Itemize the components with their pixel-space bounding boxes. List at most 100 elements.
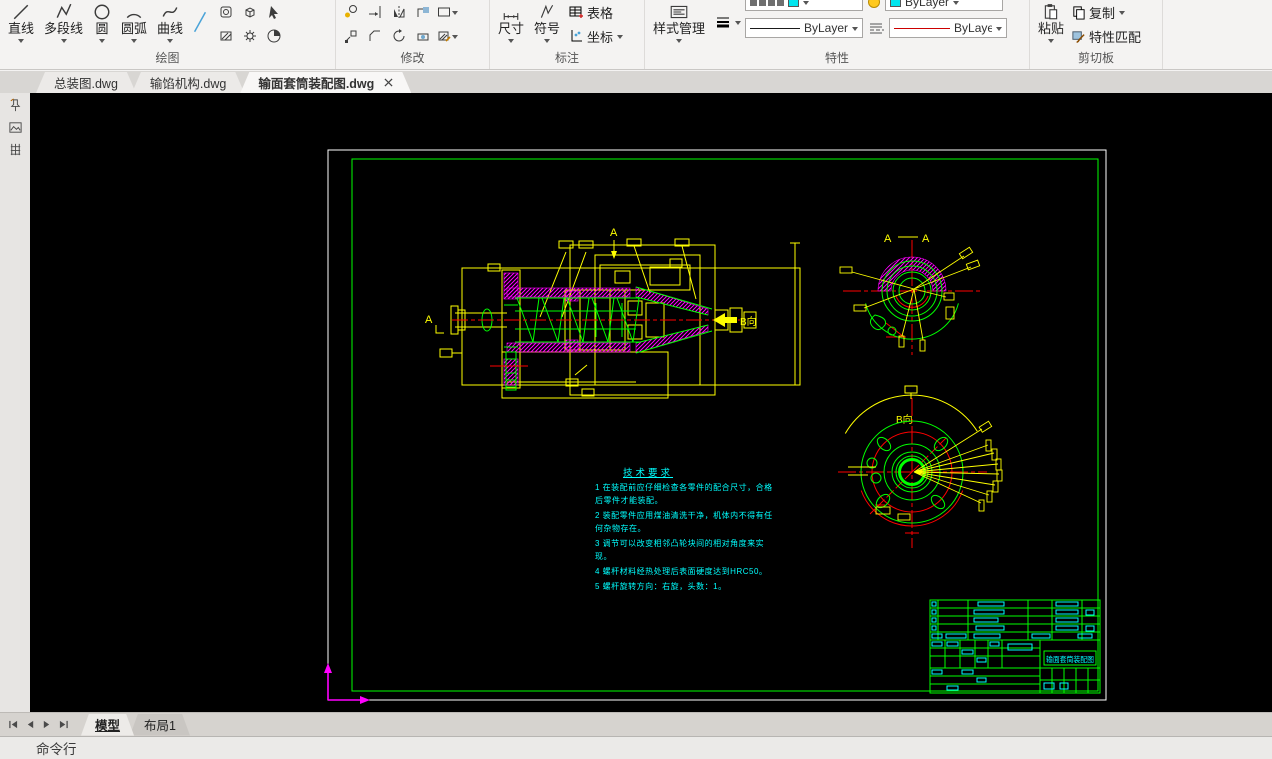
- gear-tool-button[interactable]: [238, 24, 262, 48]
- close-tab-button[interactable]: [384, 78, 393, 87]
- nav-next-icon[interactable]: [42, 720, 51, 729]
- caret-down-icon: [617, 35, 623, 39]
- aa-label-right: A: [922, 233, 930, 245]
- line-tool-button[interactable]: 直线: [3, 0, 39, 43]
- model-tab-label: 模型: [95, 715, 120, 734]
- copy-clip-button[interactable]: 复制: [1071, 0, 1141, 24]
- style-manager-label: 样式管理: [653, 21, 705, 37]
- dimension-icon: [502, 1, 520, 21]
- dimension-tool-label: 尺寸: [498, 21, 524, 37]
- construction-line-button[interactable]: [188, 0, 212, 44]
- polyline-icon: [55, 1, 73, 21]
- section-aa-view: A A: [840, 233, 982, 355]
- doc-tab-feeder[interactable]: 输馅机构.dwg: [132, 72, 244, 93]
- sun-icon: [868, 0, 880, 8]
- nav-previous-icon[interactable]: [26, 720, 35, 729]
- model-tab[interactable]: 模型: [81, 714, 134, 736]
- technical-requirements: 技术要求 1 在装配前应仔细检查各零件的配合尺寸，合格后零件才能装配。 2 装配…: [595, 465, 775, 593]
- hatch-edit-tool-button[interactable]: [435, 24, 459, 48]
- linetype-sample: [894, 28, 950, 29]
- corner-join-icon: [415, 4, 431, 20]
- spline-tool-button[interactable]: 曲线: [152, 0, 188, 43]
- select-tool-button[interactable]: [262, 0, 286, 24]
- section-a-marker: A: [610, 227, 618, 239]
- tech-requirement-item: 5 螺杆旋转方向：右旋，头数：1。: [595, 580, 775, 593]
- draw-group-label: 绘图: [3, 48, 332, 69]
- command-line-bar[interactable]: 命令行: [0, 736, 1272, 759]
- caret-down-icon: [452, 35, 458, 39]
- pushpin-tool-button[interactable]: [4, 95, 26, 115]
- ribbon-group-modify: 修改: [336, 0, 490, 69]
- drawing-canvas[interactable]: A A B向 A A: [30, 93, 1272, 712]
- lineweight-display-button[interactable]: [714, 0, 741, 44]
- rectangle-tool-button[interactable]: [435, 0, 459, 24]
- construction-line-icon: [191, 9, 209, 35]
- arc-tool-button[interactable]: 圆弧: [116, 0, 152, 43]
- extend-icon: [367, 4, 383, 20]
- match-properties-label: 特性匹配: [1089, 27, 1141, 46]
- ribbon-group-draw: 直线 多段线 圆 圆弧: [0, 0, 336, 69]
- caret-down-icon: [1119, 11, 1125, 15]
- linetype-dropdown[interactable]: ByLayer: [889, 18, 1007, 38]
- chamfer-icon: [367, 28, 383, 44]
- layout1-tab[interactable]: 布局1: [130, 714, 190, 736]
- pie-tool-button[interactable]: [262, 24, 286, 48]
- fence-grid-icon: [8, 142, 23, 157]
- doc-tab-sleeve-assembly[interactable]: 输面套筒装配图.dwg: [240, 72, 411, 93]
- view-box-icon: [415, 28, 431, 44]
- hatch-icon: [218, 28, 234, 44]
- arc-tool-label: 圆弧: [121, 21, 147, 37]
- properties-group-label: 特性: [648, 48, 1026, 69]
- arc-icon: [125, 1, 143, 21]
- block-tool-button[interactable]: [238, 0, 262, 24]
- doc-tab-label: 输馅机构.dwg: [150, 73, 226, 92]
- match-properties-button[interactable]: 特性匹配: [1071, 24, 1141, 48]
- ribbon-group-clipboard: 粘贴 复制 特性匹配 剪切板: [1030, 0, 1163, 69]
- color-dropdown[interactable]: ByLayer: [885, 0, 1003, 11]
- chamfer-tool-button[interactable]: [363, 24, 387, 48]
- style-manager-button[interactable]: 样式管理: [648, 0, 710, 43]
- document-tab-bar: 总装图.dwg 输馅机构.dwg 输面套筒装配图.dwg: [0, 71, 1272, 93]
- doc-tab-label: 总装图.dwg: [54, 73, 118, 92]
- region-tool-button[interactable]: [214, 0, 238, 24]
- section-a-marker-left: A: [425, 314, 433, 326]
- b-view-label: B向: [896, 413, 913, 426]
- coordinate-tool-button[interactable]: 坐标: [568, 24, 623, 48]
- mirror-tool-button[interactable]: [387, 0, 411, 24]
- orbit-tool-button[interactable]: [411, 24, 435, 48]
- join-tool-button[interactable]: [411, 0, 435, 24]
- dimension-tool-button[interactable]: 尺寸: [493, 0, 529, 43]
- symbol-tool-button[interactable]: 符号: [529, 0, 565, 43]
- symbol-tool-label: 符号: [534, 21, 560, 37]
- extend-tool-button[interactable]: [363, 0, 387, 24]
- spline-icon: [161, 1, 179, 21]
- table-tool-button[interactable]: 表格: [568, 0, 623, 24]
- lineweight-dropdown[interactable]: ByLayer: [745, 18, 863, 38]
- rotate-tool-button[interactable]: [387, 24, 411, 48]
- doc-tab-assembly[interactable]: 总装图.dwg: [36, 72, 136, 93]
- symbol-icon: [538, 1, 556, 21]
- scale-tool-button[interactable]: [339, 24, 363, 48]
- paste-button[interactable]: 粘贴: [1033, 0, 1069, 43]
- copy-pages-icon: [1071, 5, 1086, 20]
- tech-requirement-item: 1 在装配前应仔细检查各零件的配合尺寸，合格后零件才能装配。: [595, 481, 775, 507]
- caret-down-icon: [544, 39, 550, 43]
- layer-dropdown[interactable]: [745, 0, 863, 11]
- ucs-icon: [324, 663, 370, 704]
- circle-tool-button[interactable]: 圆: [88, 0, 116, 43]
- sheet-border-inner: [352, 159, 1098, 691]
- nav-last-icon[interactable]: [58, 720, 69, 729]
- command-line-label: 命令行: [36, 738, 77, 758]
- image-frame-tool-button[interactable]: [4, 117, 26, 137]
- nav-first-icon[interactable]: [8, 720, 19, 729]
- linetype-value: ByLayer: [954, 21, 992, 35]
- modify-group-label: 修改: [339, 48, 486, 69]
- fence-tool-button[interactable]: [4, 139, 26, 159]
- annotate-group-label: 标注: [493, 48, 641, 69]
- rectangle-icon: [436, 4, 452, 20]
- caret-down-icon: [99, 39, 105, 43]
- copy-tool-button[interactable]: [339, 0, 363, 24]
- ribbon-toolbar: 直线 多段线 圆 圆弧: [0, 0, 1272, 70]
- hatch-tool-button[interactable]: [214, 24, 238, 48]
- polyline-tool-button[interactable]: 多段线: [39, 0, 88, 43]
